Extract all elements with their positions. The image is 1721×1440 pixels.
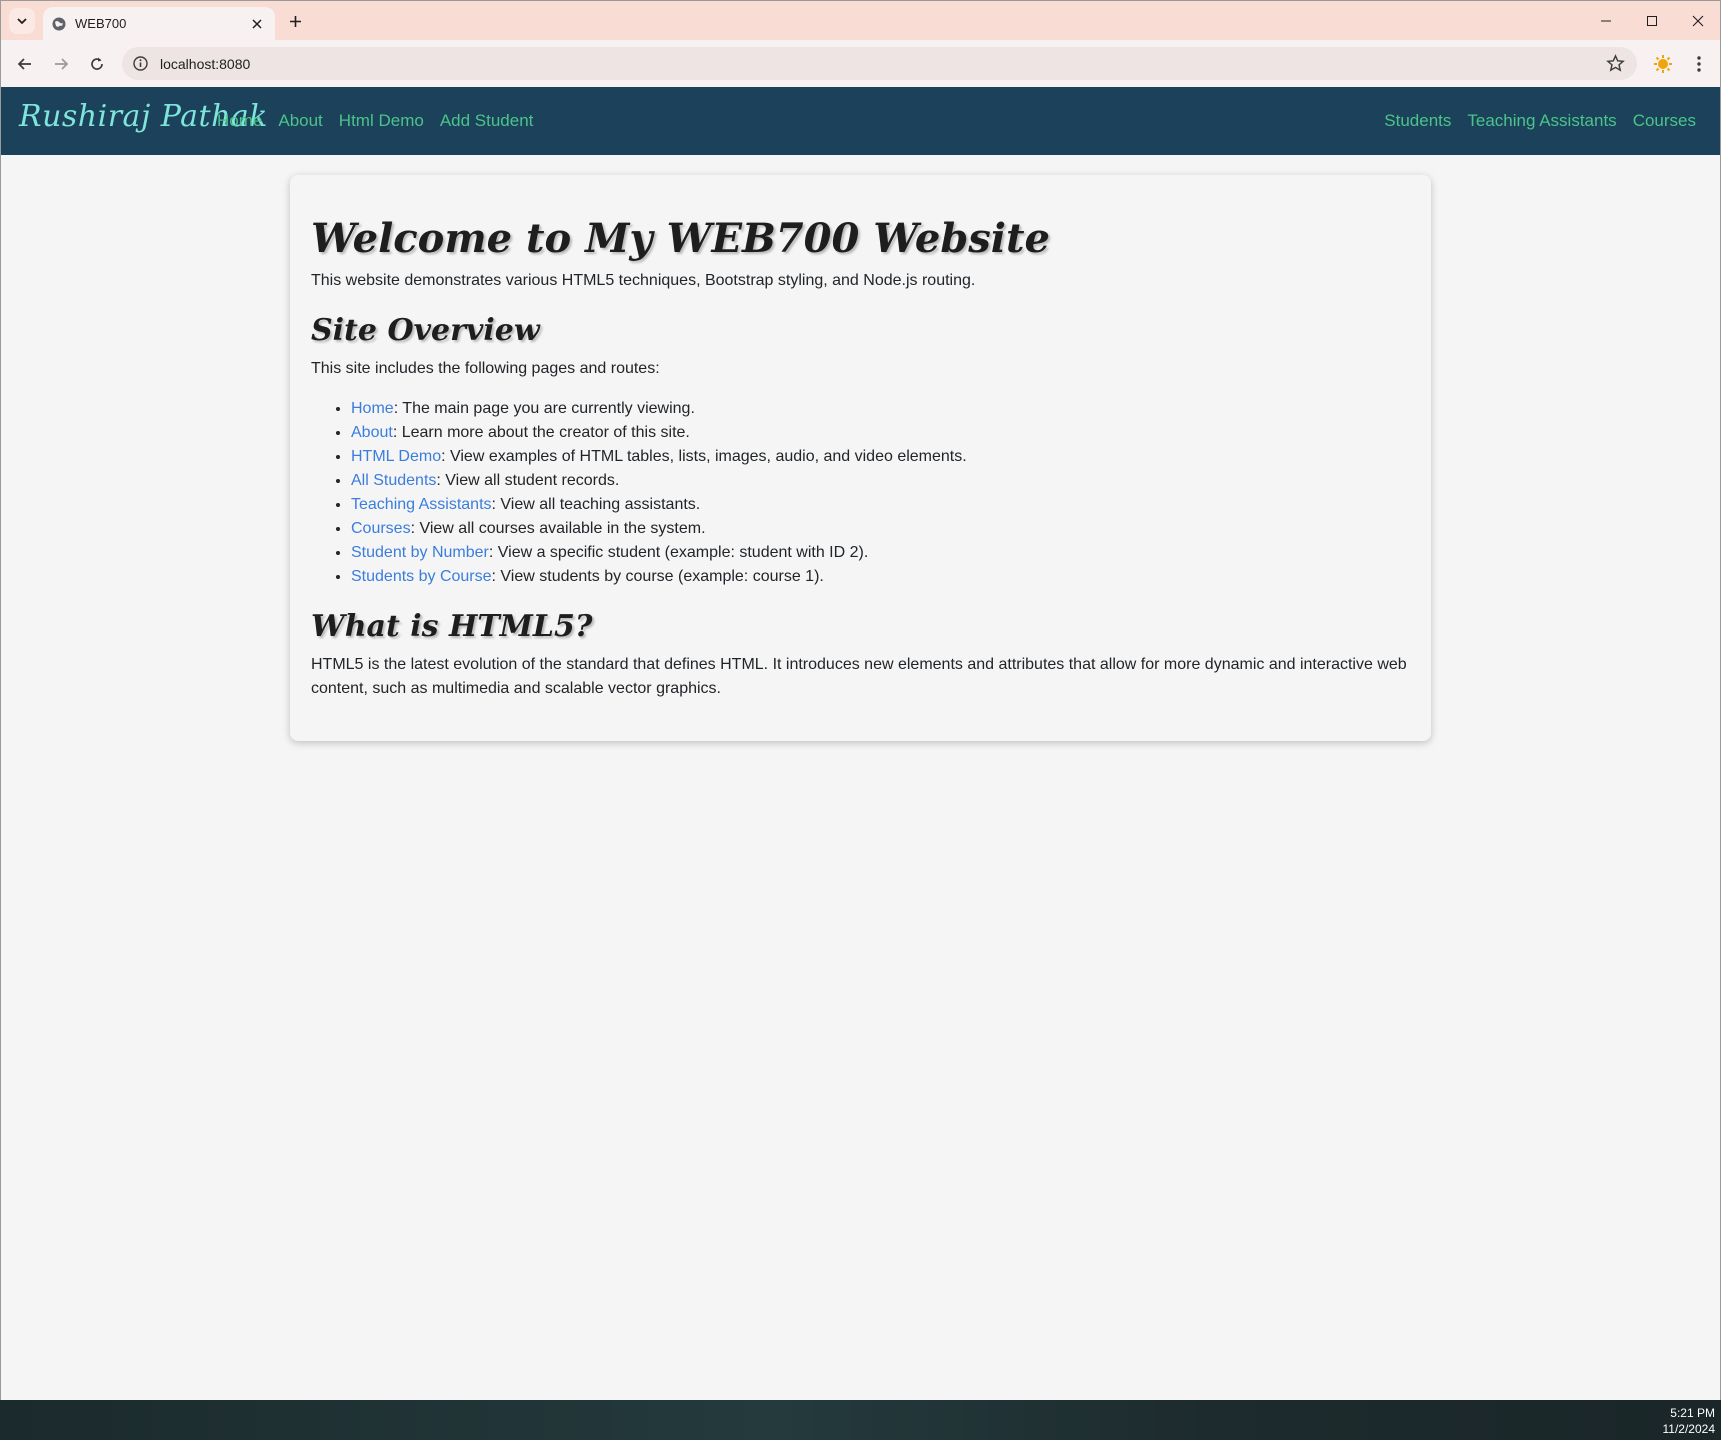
navbar-right-links: Students Teaching Assistants Courses bbox=[1384, 111, 1696, 131]
nav-link-about[interactable]: About bbox=[278, 111, 322, 131]
close-icon bbox=[252, 19, 262, 29]
reload-button[interactable] bbox=[83, 50, 111, 78]
clock-time: 5:21 PM bbox=[1670, 1406, 1715, 1420]
route-desc: : View all courses available in the syst… bbox=[410, 520, 706, 537]
star-icon[interactable] bbox=[1606, 54, 1625, 73]
html5-text: HTML5 is the latest evolution of the sta… bbox=[311, 656, 1407, 697]
nav-link-add-student[interactable]: Add Student bbox=[440, 111, 534, 131]
nav-link-html-demo[interactable]: Html Demo bbox=[339, 111, 424, 131]
minimize-icon bbox=[1601, 20, 1611, 22]
close-window-button[interactable] bbox=[1675, 1, 1721, 41]
site-navbar: Rushiraj Pathak Home About Html Demo Add… bbox=[1, 87, 1720, 155]
route-desc: : View a specific student (example: stud… bbox=[488, 544, 869, 561]
route-link-teaching-assistants[interactable]: Teaching Assistants bbox=[351, 496, 492, 513]
route-item-teaching-assistants: Teaching Assistants: View all teaching a… bbox=[351, 493, 1411, 517]
html5-heading: What is HTML5? bbox=[311, 609, 593, 644]
nav-link-students[interactable]: Students bbox=[1384, 111, 1451, 131]
maximize-button[interactable] bbox=[1629, 1, 1675, 41]
nav-link-courses[interactable]: Courses bbox=[1633, 111, 1696, 131]
browser-toolbar: localhost:8080 bbox=[0, 40, 1721, 87]
route-item-html-demo: HTML Demo: View examples of HTML tables,… bbox=[351, 445, 1411, 469]
route-link-courses[interactable]: Courses bbox=[351, 520, 411, 537]
content-card: Welcome to My WEB700 Website This websit… bbox=[290, 175, 1431, 741]
nav-link-teaching-assistants[interactable]: Teaching Assistants bbox=[1467, 111, 1616, 131]
arrow-right-icon bbox=[55, 58, 69, 70]
extension-sun-icon[interactable] bbox=[1653, 54, 1673, 74]
arrow-left-icon bbox=[17, 58, 31, 70]
chevron-down-icon bbox=[17, 18, 27, 25]
route-item-home: Home: The main page you are currently vi… bbox=[351, 397, 1411, 421]
clock-date: 11/2/2024 bbox=[1662, 1422, 1716, 1436]
route-link-about[interactable]: About bbox=[351, 424, 393, 441]
route-link-home[interactable]: Home bbox=[351, 400, 394, 417]
intro-text: This website demonstrates various HTML5 … bbox=[311, 272, 976, 289]
route-desc: : View examples of HTML tables, lists, i… bbox=[441, 448, 967, 465]
route-link-student-by-number[interactable]: Student by Number bbox=[351, 544, 489, 561]
back-button[interactable] bbox=[11, 50, 39, 78]
plus-icon bbox=[289, 15, 301, 27]
route-link-all-students[interactable]: All Students bbox=[351, 472, 436, 489]
route-desc: : View students by course (example: cour… bbox=[491, 568, 824, 585]
routes-list: Home: The main page you are currently vi… bbox=[351, 397, 1411, 589]
browser-menu-button[interactable] bbox=[1689, 54, 1709, 74]
nav-link-home[interactable]: Home bbox=[217, 111, 262, 131]
taskbar-clock[interactable]: 5:21 PM 11/2/2024 bbox=[1663, 1405, 1716, 1437]
navbar-left-links: Home About Html Demo Add Student bbox=[217, 111, 533, 131]
route-desc: : View all student records. bbox=[436, 472, 620, 489]
globe-icon bbox=[52, 17, 66, 31]
route-item-students-by-course: Students by Course: View students by cou… bbox=[351, 565, 1411, 589]
route-item-courses: Courses: View all courses available in t… bbox=[351, 517, 1411, 541]
route-link-students-by-course[interactable]: Students by Course bbox=[351, 568, 492, 585]
minimize-button[interactable] bbox=[1583, 1, 1629, 41]
close-window-icon bbox=[1692, 15, 1704, 27]
route-desc: : The main page you are currently viewin… bbox=[393, 400, 695, 417]
overview-heading: Site Overview bbox=[311, 313, 540, 348]
url-text[interactable]: localhost:8080 bbox=[160, 56, 250, 72]
route-item-about: About: Learn more about the creator of t… bbox=[351, 421, 1411, 445]
kebab-menu-icon bbox=[1697, 56, 1701, 72]
info-icon[interactable] bbox=[132, 55, 149, 72]
reload-icon bbox=[91, 57, 103, 70]
forward-button[interactable] bbox=[47, 50, 75, 78]
route-desc: : Learn more about the creator of this s… bbox=[392, 424, 690, 441]
route-item-student-by-number: Student by Number: View a specific stude… bbox=[351, 541, 1411, 565]
route-item-all-students: All Students: View all student records. bbox=[351, 469, 1411, 493]
tab-search-button[interactable] bbox=[9, 8, 35, 34]
overview-text: This site includes the following pages a… bbox=[311, 360, 660, 377]
tab-title: WEB700 bbox=[75, 16, 127, 31]
address-bar[interactable]: localhost:8080 bbox=[122, 47, 1637, 80]
route-desc: : View all teaching assistants. bbox=[491, 496, 701, 513]
new-tab-button[interactable] bbox=[283, 9, 307, 33]
page-title: Welcome to My WEB700 Website bbox=[311, 215, 1050, 262]
taskbar: 5:21 PM 11/2/2024 bbox=[0, 1400, 1721, 1440]
window-border-left bbox=[0, 87, 1, 1400]
tab-close-button[interactable] bbox=[247, 14, 267, 34]
route-link-html-demo[interactable]: HTML Demo bbox=[351, 448, 441, 465]
browser-titlebar: WEB700 bbox=[0, 0, 1721, 41]
maximize-icon bbox=[1647, 16, 1657, 26]
browser-tab[interactable]: WEB700 bbox=[43, 7, 275, 41]
